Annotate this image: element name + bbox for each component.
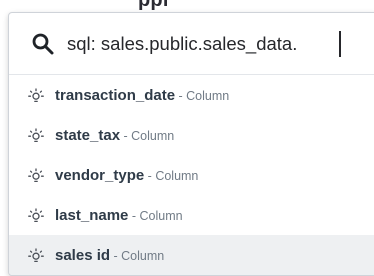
suggestion-item-sales-id[interactable]: sales id - Column bbox=[9, 235, 374, 275]
lightbulb-icon bbox=[28, 128, 44, 143]
item-type: Column bbox=[186, 89, 230, 103]
lightbulb-icon bbox=[28, 88, 44, 103]
suggestion-item-vendor-type[interactable]: vendor_type - Column bbox=[9, 155, 374, 195]
column-name: last_name bbox=[55, 207, 129, 224]
suggestion-text: state_tax - Column bbox=[55, 127, 174, 145]
suggestion-text: last_name - Column bbox=[55, 207, 183, 225]
column-name: transaction_date bbox=[55, 87, 176, 104]
suggestion-text: sales id - Column bbox=[55, 247, 164, 265]
search-palette: transaction_date - Column state_tax - Co… bbox=[8, 12, 374, 276]
item-type: Column bbox=[131, 129, 175, 143]
search-input[interactable] bbox=[67, 31, 357, 57]
text-caret bbox=[339, 31, 341, 57]
lightbulb-icon bbox=[28, 208, 44, 223]
suggestion-text: vendor_type - Column bbox=[55, 167, 198, 185]
suggestion-text: transaction_date - Column bbox=[55, 87, 229, 105]
separator: - bbox=[175, 89, 187, 103]
lightbulb-icon bbox=[28, 248, 44, 263]
background-heading-text: ppl bbox=[138, 0, 169, 11]
separator: - bbox=[110, 249, 122, 263]
separator: - bbox=[144, 169, 156, 183]
column-name: sales id bbox=[55, 247, 111, 264]
search-icon bbox=[32, 33, 54, 55]
item-type: Column bbox=[155, 169, 199, 183]
column-name: state_tax bbox=[55, 127, 121, 144]
suggestion-item-last-name[interactable]: last_name - Column bbox=[9, 195, 374, 235]
search-bar bbox=[9, 13, 374, 75]
column-name: vendor_type bbox=[55, 167, 145, 184]
separator: - bbox=[128, 209, 140, 223]
suggestion-item-transaction-date[interactable]: transaction_date - Column bbox=[9, 75, 374, 115]
suggestion-item-state-tax[interactable]: state_tax - Column bbox=[9, 115, 374, 155]
separator: - bbox=[120, 129, 132, 143]
item-type: Column bbox=[121, 249, 165, 263]
suggestion-list: transaction_date - Column state_tax - Co… bbox=[9, 75, 374, 275]
item-type: Column bbox=[139, 209, 183, 223]
lightbulb-icon bbox=[28, 168, 44, 183]
